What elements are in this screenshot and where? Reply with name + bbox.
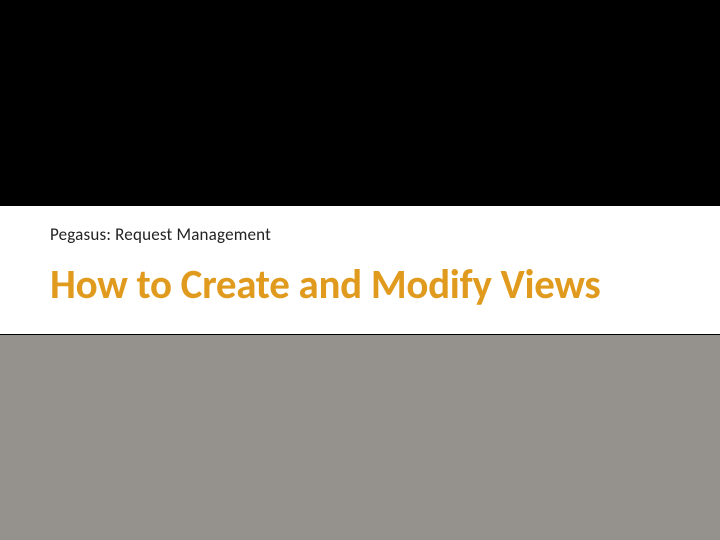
- slide-subtitle: Pegasus: Request Management: [50, 224, 670, 245]
- content-band: Pegasus: Request Management How to Creat…: [0, 205, 720, 335]
- bottom-gray-region: [0, 335, 720, 540]
- slide-title: How to Create and Modify Views: [50, 263, 670, 308]
- slide-container: Pegasus: Request Management How to Creat…: [0, 0, 720, 540]
- top-black-region: [0, 0, 720, 205]
